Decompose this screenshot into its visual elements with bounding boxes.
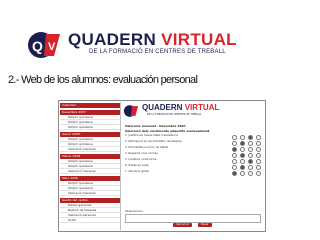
save-button[interactable]: Desar (198, 223, 212, 227)
brand-subtitle: DE LA FORMACIÓ EN CENTRES DE TREBALL (89, 49, 226, 55)
observations-label: Observacions: (125, 210, 144, 213)
evaluation-row-label: 6. Treball en equip (125, 164, 149, 167)
form-subtitle: Valoració dels rendiments adquirits mens… (125, 129, 210, 133)
mini-brand: QUADERN VIRTUAL (142, 103, 219, 112)
cancel-button[interactable]: Cancel·lar (173, 223, 192, 227)
sidebar-section-title: Calendari (60, 103, 120, 108)
slide-title: 2.- Web de los alumnos: evaluación perso… (8, 74, 198, 86)
rating-radio[interactable] (232, 171, 237, 176)
observations-field[interactable] (125, 214, 261, 223)
rating-radio[interactable] (240, 171, 245, 176)
evaluation-row-label: 3. Puntualitat en el lloc de treball (125, 146, 169, 149)
evaluation-row: 7. Valoració global (125, 170, 261, 176)
form-title: Valoració mensual - Desembre 2007 (125, 124, 186, 128)
quadern-virtual-logo-icon: Q V (28, 32, 60, 58)
rating-options (232, 171, 261, 176)
brand-quadern: QUADERN (68, 30, 157, 49)
mini-brand-virtual: VIRTUAL (184, 103, 220, 112)
evaluation-row-label: 5. Iniciativa i autonomia (125, 158, 157, 161)
evaluation-rows: 1. Justifica les meves faltes d'assistèn… (125, 134, 261, 176)
sidebar-item[interactable]: Omplir quinzena (60, 125, 120, 130)
evaluation-row-label: 7. Valoració global (125, 170, 149, 173)
main-panel: QUADERN VIRTUAL DE LA FORMACIÓ EN CENTRE… (123, 102, 263, 230)
app-screenshot: Calendari Desembre 2007 Omplir quinzena Omp… (58, 100, 266, 232)
rating-radio[interactable] (248, 171, 253, 176)
sidebar-item[interactable]: Sortir (60, 218, 120, 223)
evaluation-row-label: 1. Justifica les meves faltes d'assistèn… (125, 134, 178, 137)
mini-subtitle: DE LA FORMACIÓ EN CENTRES DE TREBALL (147, 113, 202, 116)
rating-radio[interactable] (256, 171, 261, 176)
sidebar-item[interactable]: Valoració mensual (60, 169, 120, 174)
evaluation-row-label: 2. Participació en les activitats i les … (125, 140, 182, 143)
brand-virtual: VIRTUAL (161, 30, 237, 49)
sidebar-item[interactable]: Valoració mensual (60, 147, 120, 152)
sidebar: Calendari Desembre 2007 Omplir quinzena Omp… (60, 102, 121, 230)
brand-name: QUADERN VIRTUAL (68, 31, 237, 48)
mini-brand-quadern: QUADERN (142, 103, 183, 112)
form-buttons: Cancel·lar Desar (173, 223, 212, 227)
evaluation-row-label: 4. Respecte a les normes (125, 152, 158, 155)
mini-logo-icon (123, 105, 139, 117)
logo-v: V (48, 41, 56, 53)
logo-q: Q (32, 38, 43, 54)
sidebar-item[interactable]: Valoració mensual (60, 191, 120, 196)
